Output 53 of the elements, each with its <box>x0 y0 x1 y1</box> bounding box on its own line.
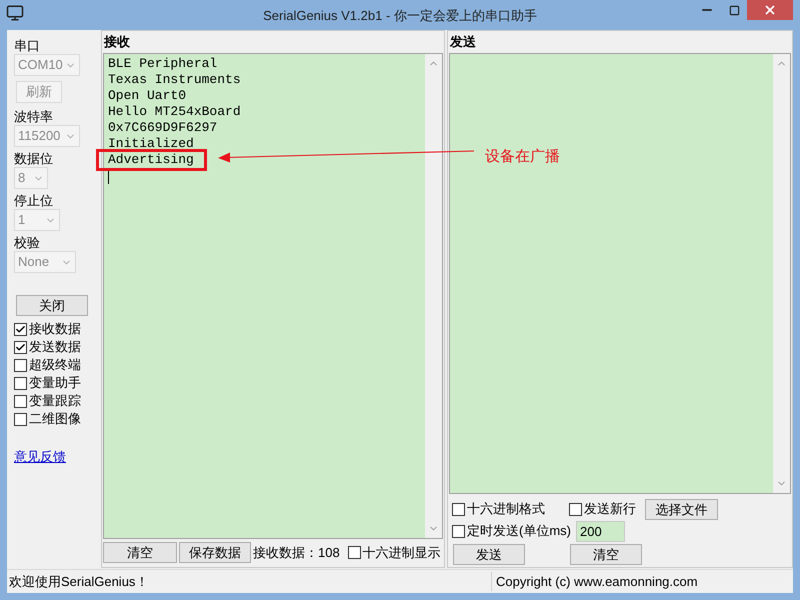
feedback-link[interactable]: 意见反馈 <box>14 447 101 466</box>
select-file-button[interactable]: 选择文件 <box>645 498 718 520</box>
setting-label: 波特率 <box>14 108 54 125</box>
close-icon <box>763 3 777 17</box>
window-title: SerialGenius V1.2b1 - 你一定会爱上的串口助手 <box>263 7 537 25</box>
received-line: Hello MT254xBoard <box>108 104 241 120</box>
hex-format-checkbox[interactable]: 十六进制格式 <box>452 500 569 518</box>
checkbox[interactable] <box>348 546 361 559</box>
maximize-icon <box>728 4 740 16</box>
hex-display-checkbox[interactable]: 十六进制显示 <box>348 544 441 562</box>
checkbox[interactable] <box>14 358 27 372</box>
send-button[interactable]: 发送 <box>453 544 525 564</box>
status-message: 欢迎使用SerialGenius！ <box>7 572 492 592</box>
option-checkbox[interactable]: 超级终端 <box>14 356 101 374</box>
interval-field[interactable]: 200 <box>576 520 625 542</box>
check-icon <box>15 342 26 352</box>
setting-label: 数据位 <box>14 150 54 167</box>
timer-send-checkbox[interactable]: 定时发送(单位ms) <box>452 522 571 540</box>
received-line: 0x7C669D9F6297 <box>108 120 218 136</box>
close-port-button[interactable]: 关闭 <box>16 295 88 316</box>
checkbox[interactable] <box>569 502 582 516</box>
text-cursor <box>108 170 109 184</box>
received-line: Texas Instruments <box>108 72 241 88</box>
checkbox[interactable] <box>452 502 465 516</box>
option-checkbox[interactable]: 接收数据 <box>14 320 101 338</box>
setting-label: 串口 <box>14 37 41 54</box>
received-count: 接收数据：108 <box>253 544 340 562</box>
checkbox[interactable] <box>452 524 465 538</box>
checkbox[interactable] <box>14 322 27 336</box>
app-icon <box>6 4 24 22</box>
option-checkbox[interactable]: 发送数据 <box>14 338 101 356</box>
checkbox[interactable] <box>14 376 27 390</box>
received-line: Initialized <box>108 136 194 152</box>
option-checkbox[interactable]: 二维图像 <box>14 410 101 428</box>
setting-label: 校验 <box>14 234 41 251</box>
save-data-button[interactable]: 保存数据 <box>179 542 251 563</box>
copyright-text: Copyright (c) www.eamonning.com <box>495 572 698 591</box>
checkbox[interactable] <box>14 340 27 354</box>
option-checkbox[interactable]: 变量跟踪 <box>14 392 101 410</box>
option-checkbox[interactable]: 变量助手 <box>14 374 101 392</box>
received-line: Open Uart0 <box>108 88 186 104</box>
setting-label: 停止位 <box>14 192 54 209</box>
close-button[interactable] <box>747 0 793 20</box>
panel-title: 发送 <box>449 33 477 51</box>
check-icon <box>15 324 26 334</box>
send-newline-checkbox[interactable]: 发送新行 <box>569 500 645 518</box>
panel-title: 接收 <box>103 33 131 51</box>
clear-button[interactable]: 清空 <box>103 542 177 563</box>
clear-button[interactable]: 清空 <box>570 544 642 564</box>
checkbox[interactable] <box>14 394 27 408</box>
annotation-label: 设备在广播 <box>485 147 560 167</box>
checkbox[interactable] <box>14 412 27 426</box>
received-line: BLE Peripheral <box>108 56 218 72</box>
